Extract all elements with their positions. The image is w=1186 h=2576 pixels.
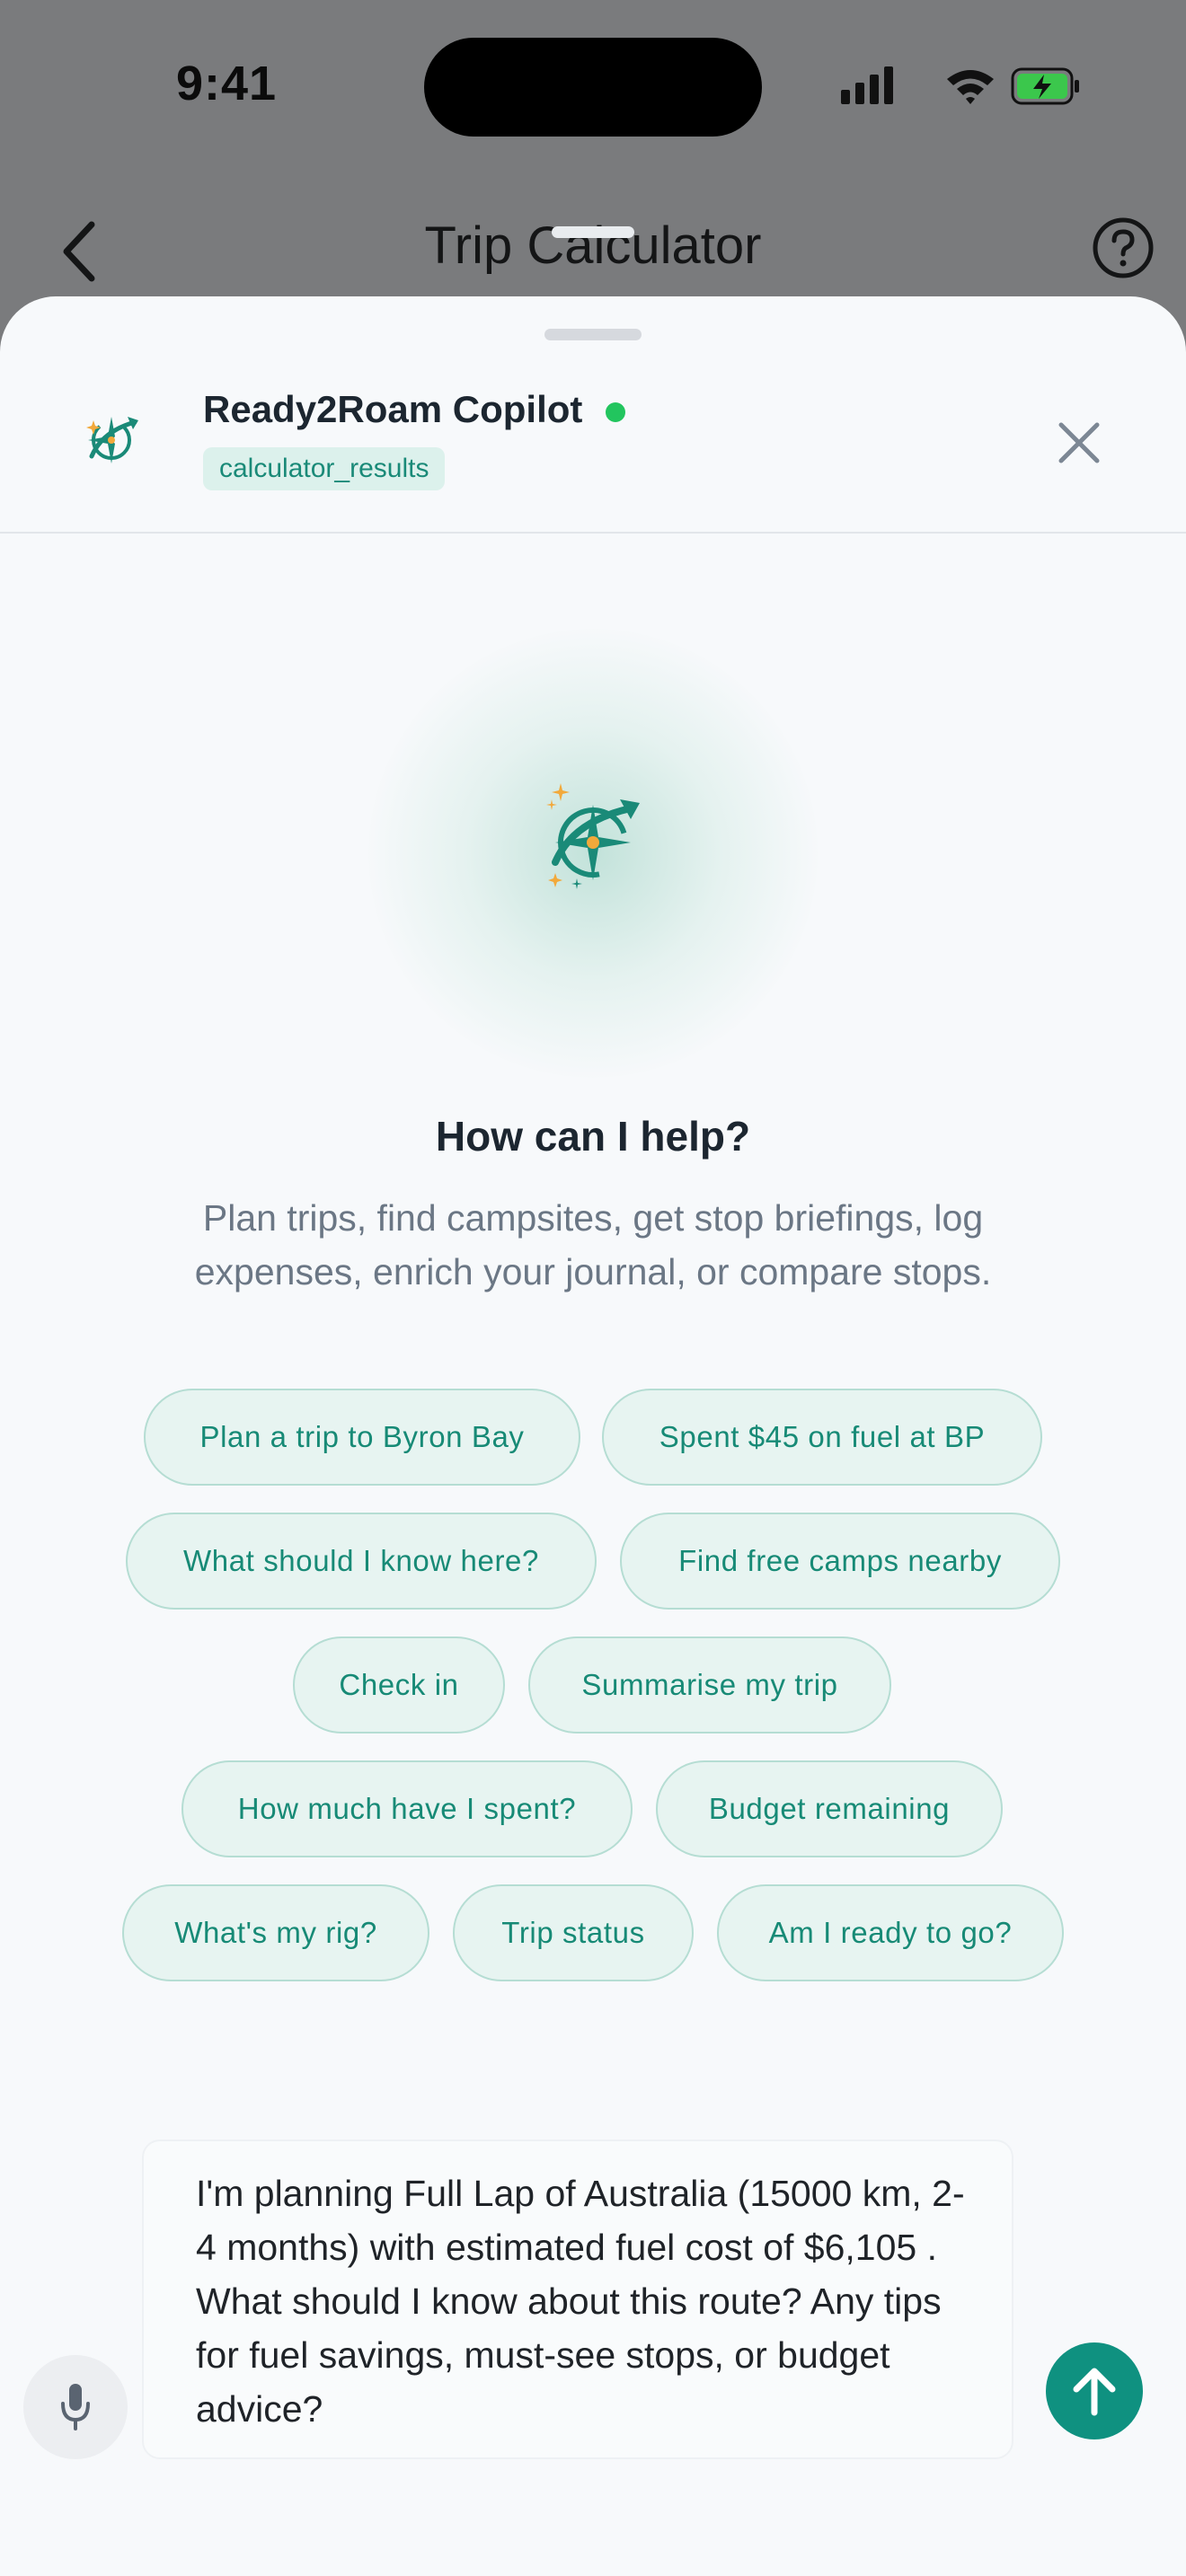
sheet-header: Ready2Roam Copilot calculator_results (0, 296, 1186, 534)
suggestion-chip[interactable]: How much have I spent? (181, 1760, 633, 1857)
suggestion-chip[interactable]: Find free camps nearby (620, 1513, 1060, 1610)
close-icon[interactable] (1048, 411, 1111, 474)
status-bar: 9:41 (0, 0, 1186, 171)
status-icons (841, 66, 1079, 105)
suggestion-chip[interactable]: Spent $45 on fuel at BP (602, 1389, 1042, 1486)
arrow-up-icon (1073, 2368, 1116, 2416)
microphone-icon (61, 2384, 90, 2430)
suggestion-chip[interactable]: What should I know here? (126, 1513, 597, 1610)
battery-icon (1011, 67, 1079, 105)
suggestion-chip[interactable]: Budget remaining (656, 1760, 1003, 1857)
compass-route-icon (546, 783, 640, 889)
help-question-icon[interactable] (1091, 216, 1155, 280)
online-status-dot (606, 402, 625, 422)
mic-button[interactable] (23, 2355, 128, 2459)
suggestion-chip[interactable]: What's my rig? (122, 1884, 429, 1981)
nav-header: Trip Calculator (0, 189, 1186, 296)
copilot-name: Ready2Roam Copilot (203, 388, 583, 430)
suggestion-chip[interactable]: Am I ready to go? (717, 1884, 1064, 1981)
suggestion-chip[interactable]: Plan a trip to Byron Bay (144, 1389, 580, 1486)
status-time: 9:41 (176, 57, 278, 110)
background-grabber (552, 226, 634, 238)
empty-state-subtitle: Plan trips, find campsites, get stop bri… (194, 1197, 992, 1292)
suggestion-chip[interactable]: Trip status (453, 1884, 694, 1981)
context-badge: calculator_results (203, 447, 446, 490)
page-title: Trip Calculator (424, 216, 762, 275)
empty-state-title: How can I help? (435, 1113, 751, 1160)
send-button[interactable] (1046, 2342, 1143, 2439)
dynamic-island (424, 38, 762, 137)
wifi-icon (947, 70, 994, 104)
suggestion-chip[interactable]: Summarise my trip (528, 1636, 891, 1734)
compass-route-icon (86, 417, 138, 463)
suggestion-chip[interactable]: Check in (293, 1636, 505, 1734)
signal-icon (841, 66, 893, 104)
message-input-text[interactable]: I'm planning Full Lap of Australia (1500… (196, 2166, 969, 2436)
